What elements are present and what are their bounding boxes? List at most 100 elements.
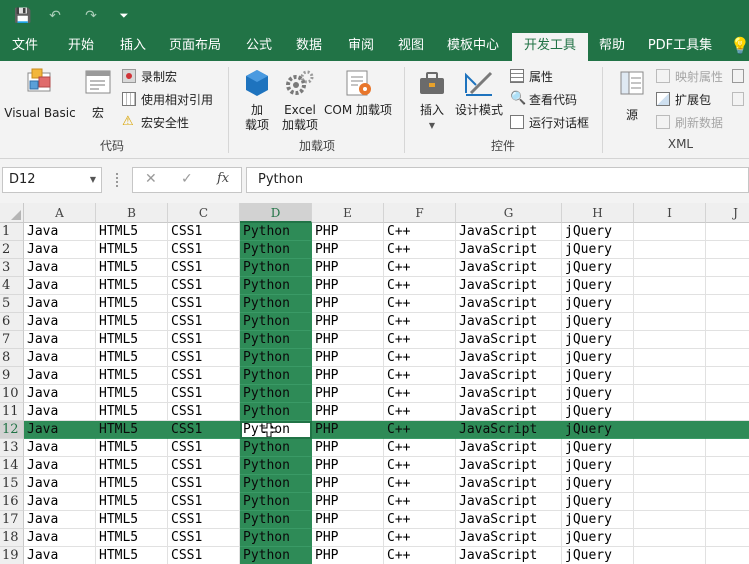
chevron-down-icon[interactable]: ▼: [90, 168, 96, 192]
row-header[interactable]: 2: [0, 241, 24, 259]
tab-data[interactable]: 数据: [284, 31, 334, 61]
tab-pdf-tools[interactable]: PDF工具集: [640, 31, 720, 61]
cell-d3[interactable]: Python: [240, 259, 312, 277]
cell-f7[interactable]: C++: [384, 331, 456, 349]
cell-f10[interactable]: C++: [384, 385, 456, 403]
tab-developer[interactable]: 开发工具: [512, 33, 588, 61]
cell-j16[interactable]: [706, 493, 749, 511]
cell-g4[interactable]: JavaScript: [456, 277, 562, 295]
cell-d1[interactable]: Python: [240, 223, 312, 241]
cell-a8[interactable]: Java: [24, 349, 96, 367]
cell-g15[interactable]: JavaScript: [456, 475, 562, 493]
row-header[interactable]: 16: [0, 493, 24, 511]
cell-e3[interactable]: PHP: [312, 259, 384, 277]
cell-a2[interactable]: Java: [24, 241, 96, 259]
cell-c19[interactable]: CSS1: [168, 547, 240, 564]
row-header[interactable]: 12: [0, 421, 24, 439]
cell-e16[interactable]: PHP: [312, 493, 384, 511]
row-header[interactable]: 7: [0, 331, 24, 349]
cell-c10[interactable]: CSS1: [168, 385, 240, 403]
cell-e4[interactable]: PHP: [312, 277, 384, 295]
spreadsheet-grid[interactable]: A B C D E F G H I J 1 Java HTML5 CSS1 Python PHP C++ Java…: [0, 203, 749, 564]
tab-view[interactable]: 视图: [386, 31, 436, 61]
visual-basic-button[interactable]: Visual Basic: [4, 67, 76, 121]
cell-g11[interactable]: JavaScript: [456, 403, 562, 421]
macro-security-button[interactable]: ⚠ 宏安全性: [122, 113, 189, 131]
cell-e13[interactable]: PHP: [312, 439, 384, 457]
select-all-corner[interactable]: [0, 203, 24, 223]
cell-g18[interactable]: JavaScript: [456, 529, 562, 547]
cell-e6[interactable]: PHP: [312, 313, 384, 331]
design-mode-button[interactable]: 设计模式: [452, 69, 506, 118]
cell-h8[interactable]: jQuery: [562, 349, 634, 367]
cell-c16[interactable]: CSS1: [168, 493, 240, 511]
cell-f11[interactable]: C++: [384, 403, 456, 421]
cell-b8[interactable]: HTML5: [96, 349, 168, 367]
cell-g16[interactable]: JavaScript: [456, 493, 562, 511]
cell-j5[interactable]: [706, 295, 749, 313]
cell-h19[interactable]: jQuery: [562, 547, 634, 564]
cell-a19[interactable]: Java: [24, 547, 96, 564]
row-header[interactable]: 11: [0, 403, 24, 421]
cell-a11[interactable]: Java: [24, 403, 96, 421]
cell-h11[interactable]: jQuery: [562, 403, 634, 421]
cell-f17[interactable]: C++: [384, 511, 456, 529]
cell-d12[interactable]: Python: [240, 421, 312, 439]
cell-c11[interactable]: CSS1: [168, 403, 240, 421]
row-header[interactable]: 6: [0, 313, 24, 331]
record-macro-button[interactable]: 录制宏: [122, 67, 177, 85]
cell-i9[interactable]: [634, 367, 706, 385]
column-header-c[interactable]: C: [168, 203, 240, 223]
cell-g12[interactable]: JavaScript: [456, 421, 562, 439]
cell-d14[interactable]: Python: [240, 457, 312, 475]
cell-i5[interactable]: [634, 295, 706, 313]
cell-e18[interactable]: PHP: [312, 529, 384, 547]
cell-f14[interactable]: C++: [384, 457, 456, 475]
run-dialog-button[interactable]: 运行对话框: [510, 113, 589, 131]
cell-c7[interactable]: CSS1: [168, 331, 240, 349]
cell-h16[interactable]: jQuery: [562, 493, 634, 511]
cell-g8[interactable]: JavaScript: [456, 349, 562, 367]
cell-a13[interactable]: Java: [24, 439, 96, 457]
column-header-f[interactable]: F: [384, 203, 456, 223]
row-header[interactable]: 3: [0, 259, 24, 277]
addins-button[interactable]: 加 载项: [238, 69, 276, 133]
cell-f18[interactable]: C++: [384, 529, 456, 547]
cell-g14[interactable]: JavaScript: [456, 457, 562, 475]
column-header-j[interactable]: J: [706, 203, 749, 223]
cell-b13[interactable]: HTML5: [96, 439, 168, 457]
cell-i10[interactable]: [634, 385, 706, 403]
cell-b12[interactable]: HTML5: [96, 421, 168, 439]
cell-e12[interactable]: PHP: [312, 421, 384, 439]
cell-f3[interactable]: C++: [384, 259, 456, 277]
cell-c2[interactable]: CSS1: [168, 241, 240, 259]
cell-i17[interactable]: [634, 511, 706, 529]
row-header[interactable]: 15: [0, 475, 24, 493]
cell-c13[interactable]: CSS1: [168, 439, 240, 457]
cell-c12[interactable]: CSS1: [168, 421, 240, 439]
cell-h12[interactable]: jQuery: [562, 421, 634, 439]
cell-e19[interactable]: PHP: [312, 547, 384, 564]
cell-b3[interactable]: HTML5: [96, 259, 168, 277]
cell-d13[interactable]: Python: [240, 439, 312, 457]
cell-c8[interactable]: CSS1: [168, 349, 240, 367]
tab-home[interactable]: 开始: [56, 31, 106, 61]
tab-formulas[interactable]: 公式: [234, 31, 284, 61]
cell-g17[interactable]: JavaScript: [456, 511, 562, 529]
cell-b15[interactable]: HTML5: [96, 475, 168, 493]
cell-i19[interactable]: [634, 547, 706, 564]
cell-a17[interactable]: Java: [24, 511, 96, 529]
cell-b19[interactable]: HTML5: [96, 547, 168, 564]
cell-f19[interactable]: C++: [384, 547, 456, 564]
cell-d6[interactable]: Python: [240, 313, 312, 331]
column-header-e[interactable]: E: [312, 203, 384, 223]
properties-button[interactable]: 属性: [510, 67, 553, 85]
cell-g5[interactable]: JavaScript: [456, 295, 562, 313]
cell-h9[interactable]: jQuery: [562, 367, 634, 385]
tab-review[interactable]: 审阅: [336, 31, 386, 61]
cell-j10[interactable]: [706, 385, 749, 403]
row-header[interactable]: 8: [0, 349, 24, 367]
cell-h15[interactable]: jQuery: [562, 475, 634, 493]
cell-i16[interactable]: [634, 493, 706, 511]
cell-h4[interactable]: jQuery: [562, 277, 634, 295]
